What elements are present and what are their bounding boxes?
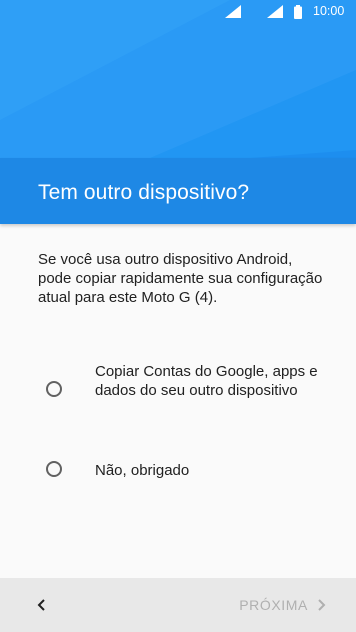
bottom-navigation-bar: PRÓXIMA [0,578,356,632]
option-label: Não, obrigado [95,462,190,479]
option-no-thanks[interactable]: Não, obrigado [0,450,356,490]
next-button-label: PRÓXIMA [239,597,308,613]
option-copy-accounts[interactable]: Copiar Contas do Google, apps e dados do… [0,362,356,420]
page-title: Tem outro dispositivo? [38,181,250,204]
radio-unchecked-icon[interactable] [46,381,62,397]
chevron-right-icon [316,599,326,611]
back-button[interactable] [28,591,60,619]
signal-icon [225,5,241,18]
next-button[interactable]: PRÓXIMA [239,591,326,619]
option-label: Copiar Contas do Google, apps e dados do… [95,363,318,399]
radio-unchecked-icon[interactable] [46,461,62,477]
description-text: Se você usa outro dispositivo Android, p… [38,251,323,306]
battery-icon [294,5,302,19]
signal-icon [267,5,283,18]
chevron-left-icon [37,599,45,611]
status-time: 10:00 [313,4,345,18]
status-bar: 10:00 [0,0,356,24]
